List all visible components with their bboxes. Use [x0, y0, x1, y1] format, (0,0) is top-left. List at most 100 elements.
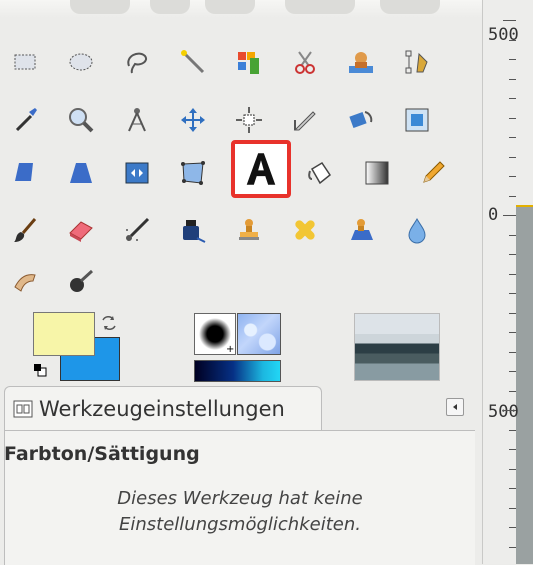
rotate-tool[interactable] [339, 98, 383, 142]
perspective-stamp-icon [351, 219, 373, 240]
ruler-tick [509, 235, 516, 236]
rotate-icon [349, 111, 373, 129]
ruler-tick [509, 254, 516, 255]
ruler-tick [509, 157, 516, 158]
pencil-tool[interactable] [411, 151, 455, 195]
shear-tool[interactable] [3, 151, 47, 195]
smudge-finger-icon [14, 274, 36, 292]
ruler-tick [509, 59, 516, 60]
foreground-select-icon [349, 52, 373, 73]
pattern-preview[interactable] [237, 313, 281, 355]
scissors-icon [295, 51, 315, 74]
bucket-icon [308, 161, 332, 185]
ruler-label-bottom: 500 [488, 404, 519, 421]
rect-select-icon [14, 54, 36, 70]
blend-tool[interactable] [355, 151, 399, 195]
color-picker-tool[interactable] [3, 98, 47, 142]
magic-wand-icon [181, 50, 205, 74]
ruler-tick [509, 527, 516, 528]
rect-select-tool[interactable] [3, 40, 47, 84]
tool-options-icon [13, 400, 33, 418]
brush-preview[interactable]: + [194, 313, 236, 355]
ruler-tick [509, 488, 516, 489]
bandage-icon [295, 220, 315, 240]
cage-transform-tool[interactable] [171, 151, 215, 195]
ruler-tick [509, 137, 516, 138]
lasso-icon [127, 52, 147, 74]
free-select-tool[interactable] [115, 40, 159, 84]
foreground-select-tool[interactable] [339, 40, 383, 84]
ruler-tick [509, 293, 516, 294]
ruler-tick [509, 196, 516, 197]
heal-tool[interactable] [283, 208, 327, 252]
ruler-tick [503, 410, 516, 411]
blur-sharpen-tool[interactable] [395, 208, 439, 252]
crop-knife-icon [293, 111, 316, 131]
panel-menu-button[interactable] [446, 398, 464, 416]
paintbrush-tool[interactable] [3, 208, 47, 252]
eyedropper-icon [15, 108, 37, 132]
tool-options-title: Farbton/Sättigung [4, 443, 200, 465]
smudge-tool[interactable] [3, 259, 47, 303]
toolbox-top-strip [0, 0, 482, 18]
ellipse-select-tool[interactable] [59, 40, 103, 84]
ruler-tick [509, 352, 516, 353]
ruler-tick [503, 215, 516, 216]
gradient-preview[interactable] [194, 360, 281, 382]
airbrush-tool[interactable] [115, 208, 159, 252]
triangle-left-icon [453, 404, 457, 410]
perspective-tool[interactable] [59, 151, 103, 195]
ruler-tick [509, 508, 516, 509]
flip-tool[interactable] [115, 151, 159, 195]
active-image-thumbnail[interactable] [354, 313, 440, 381]
magnifier-icon [69, 108, 94, 133]
cage-icon [181, 161, 205, 185]
dodge-burn-icon [70, 269, 94, 292]
tab-tool-options[interactable]: Werkzeugeinstellungen [4, 386, 322, 431]
perspective-clone-tool[interactable] [339, 208, 383, 252]
tool-options-message: Dieses Werkzeug hat keine Einstellungsmö… [117, 488, 363, 535]
perspective-icon [70, 163, 92, 183]
gradient-icon [365, 161, 389, 185]
ruler-tick [509, 176, 516, 177]
ruler-tick [509, 118, 516, 119]
ruler-tick [509, 98, 516, 99]
ruler-tick [509, 371, 516, 372]
paintbrush-icon [14, 218, 37, 242]
ruler-tick [509, 391, 516, 392]
paths-tool[interactable] [395, 40, 439, 84]
ruler-tick [509, 469, 516, 470]
ruler-tick [509, 79, 516, 80]
ink-tool[interactable] [171, 208, 215, 252]
stamp-icon [239, 219, 259, 240]
ruler-label-middle: 0 [488, 205, 499, 225]
ellipse-select-icon [69, 53, 93, 71]
ruler-tick [509, 449, 516, 450]
scissors-select-tool[interactable] [283, 40, 327, 84]
default-colors-icon[interactable] [33, 363, 47, 377]
swap-colors-icon[interactable] [100, 314, 118, 332]
select-by-color-tool[interactable] [227, 40, 271, 84]
flip-icon [125, 162, 149, 184]
fuzzy-select-tool[interactable] [171, 40, 215, 84]
water-drop-icon [408, 217, 426, 244]
scale-tool[interactable] [395, 98, 439, 142]
ink-bottle-icon [183, 220, 206, 243]
zoom-tool[interactable] [59, 98, 103, 142]
eraser-tool[interactable] [59, 208, 103, 252]
foreground-color-swatch[interactable] [33, 312, 95, 356]
dodge-burn-tool[interactable] [59, 259, 103, 303]
ruler-tick [509, 274, 516, 275]
clone-tool[interactable] [227, 208, 271, 252]
text-a-icon [246, 153, 276, 185]
airbrush-icon [126, 217, 150, 241]
text-tool[interactable] [231, 140, 291, 198]
align-tool[interactable] [227, 98, 271, 142]
move-tool[interactable] [171, 98, 215, 142]
crop-tool[interactable] [283, 98, 327, 142]
ruler-tick [509, 40, 516, 41]
bucket-fill-tool[interactable] [298, 151, 342, 195]
move-arrows-icon [181, 108, 205, 132]
measure-tool[interactable] [115, 98, 159, 142]
shear-icon [15, 163, 33, 181]
